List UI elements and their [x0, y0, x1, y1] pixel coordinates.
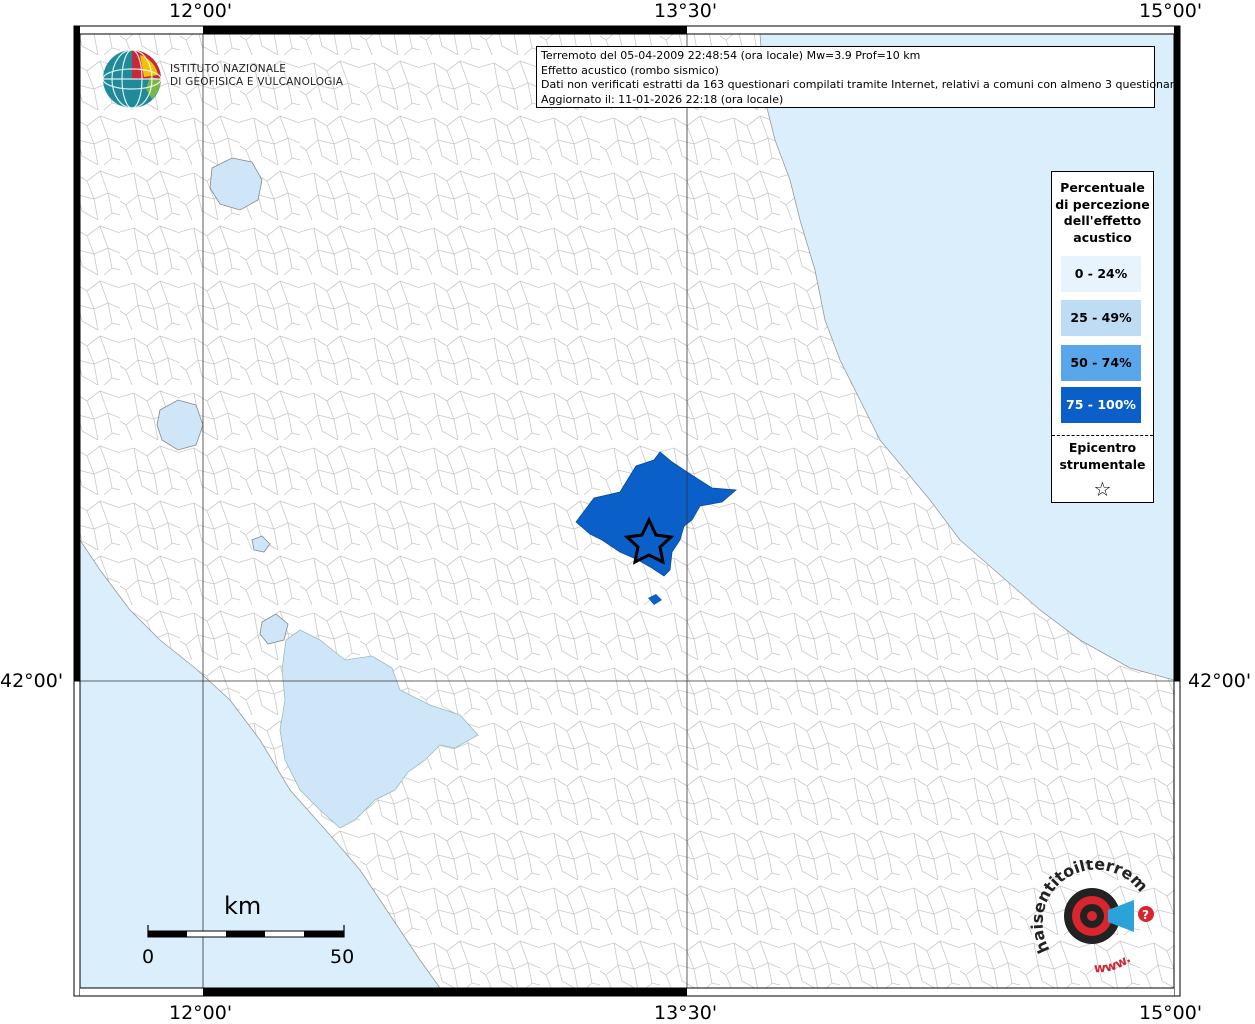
scale-min: 0	[142, 946, 154, 968]
axis-right: 42°00'	[1188, 670, 1252, 692]
ingv-globe-logo	[102, 49, 162, 109]
legend-separator	[1052, 435, 1153, 436]
legend-title-line4: acustico	[1073, 229, 1132, 245]
event-info-line4: Aggiornato il: 11-01-2026 22:18 (ora loc…	[541, 92, 784, 106]
scale-bar: km 0 50	[142, 892, 354, 968]
svg-text:www.: www.	[1094, 952, 1134, 977]
axis-top-1: 12°00'	[169, 0, 233, 22]
hst-logo: haisentitoilterremoto.it www. ?	[1030, 860, 1154, 977]
legend-class-1-label: 0 - 24%	[1074, 266, 1128, 281]
event-info-box: Terremoto del 05-04-2009 22:48:54 (ora l…	[536, 46, 1181, 108]
org-name-line1: ISTITUTO NAZIONALE	[170, 63, 287, 75]
legend-class-4: 75 - 100%	[1061, 387, 1141, 423]
legend-title-line1: Percentuale	[1060, 180, 1145, 195]
axis-top-2: 13°30'	[654, 0, 718, 22]
legend-class-4-label: 75 - 100%	[1066, 397, 1136, 412]
legend-epicenter-line2: strumentale	[1059, 456, 1146, 472]
org-name-line2: DI GEOFISICA E VULCANOLOGIA	[170, 76, 344, 88]
svg-text:?: ?	[1142, 908, 1149, 922]
legend-title-line3: dell'effetto	[1063, 213, 1142, 228]
legend-class-2: 25 - 49%	[1061, 300, 1141, 336]
legend-class-1: 0 - 24%	[1061, 256, 1141, 292]
legend-title-line2: di percezione	[1055, 196, 1150, 212]
legend: Percentuale di percezione dell'effetto a…	[1051, 171, 1154, 503]
axis-bottom-3: 15°00'	[1139, 1002, 1203, 1024]
legend-title: Percentuale di percezione dell'effetto a…	[1052, 180, 1153, 246]
axis-top-3: 15°00'	[1139, 0, 1203, 22]
org-name: ISTITUTO NAZIONALE DI GEOFISICA E VULCAN…	[170, 63, 343, 89]
legend-epicenter-line1: Epicentro	[1068, 440, 1137, 455]
scale-unit: km	[224, 892, 261, 920]
axis-bottom-2: 13°30'	[654, 1002, 718, 1024]
scale-max: 50	[330, 946, 354, 968]
legend-class-2-label: 25 - 49%	[1070, 310, 1132, 325]
event-info-line1: Terremoto del 05-04-2009 22:48:54 (ora l…	[541, 49, 921, 62]
event-info-line2: Effetto acustico (rombo sismico)	[541, 63, 719, 77]
legend-class-3-label: 50 - 74%	[1070, 355, 1132, 370]
hst-logo-text-bottom: www.	[1094, 952, 1134, 977]
star-icon: ☆	[1093, 477, 1112, 501]
event-info-line3: Dati non verificati estratti da 163 ques…	[541, 78, 1181, 91]
legend-epicenter-label: Epicentro strumentale	[1052, 440, 1153, 473]
axis-left: 42°00'	[0, 670, 64, 692]
legend-class-3: 50 - 74%	[1061, 345, 1141, 381]
megaphone-target-icon: ?	[1064, 888, 1154, 944]
axis-bottom-1: 12°00'	[169, 1002, 233, 1024]
